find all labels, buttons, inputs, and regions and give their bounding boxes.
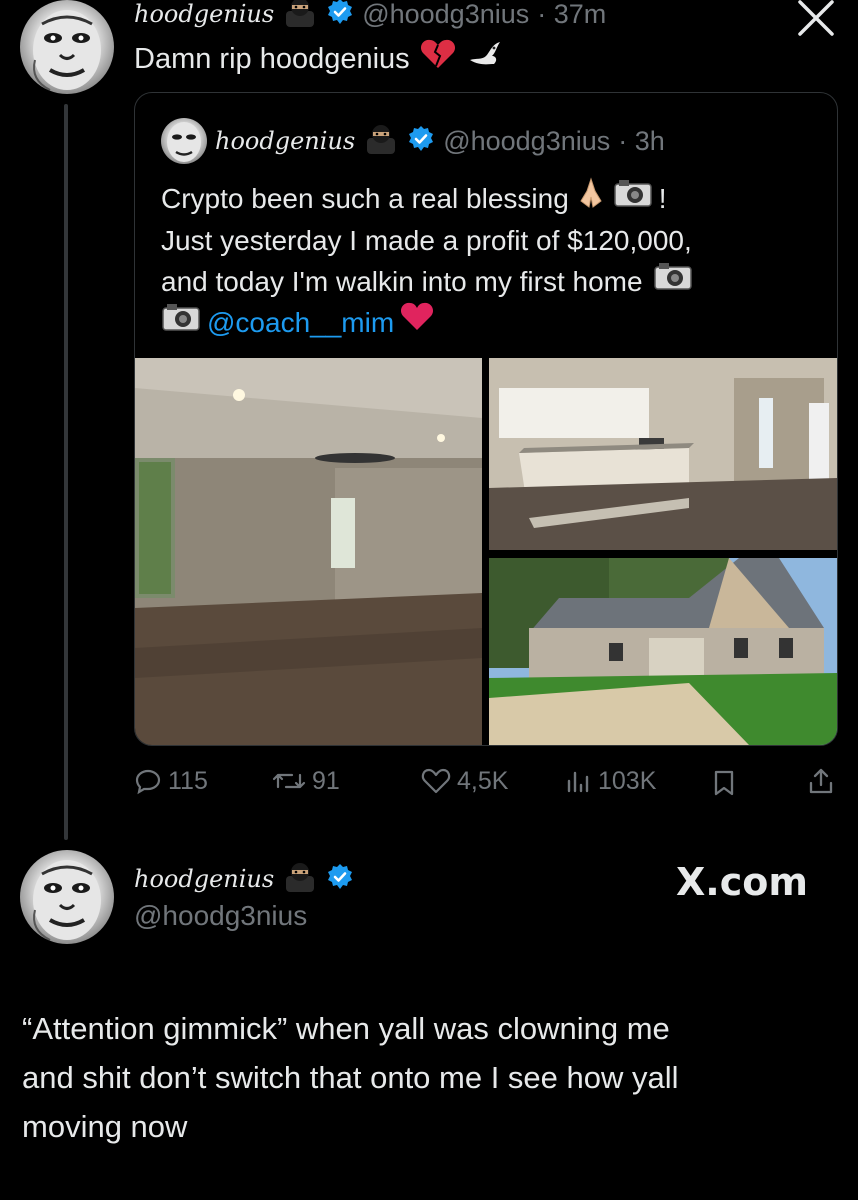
views-count: 103K bbox=[598, 766, 657, 795]
photo-house-exterior[interactable] bbox=[489, 558, 837, 745]
like-count: 4,5K bbox=[457, 766, 509, 795]
reply-icon bbox=[135, 769, 161, 795]
reply-count: 115 bbox=[168, 766, 208, 795]
quoted-handle[interactable]: @hoodg3nius bbox=[443, 126, 610, 157]
avatar[interactable] bbox=[20, 0, 114, 94]
verified-badge-icon bbox=[407, 125, 435, 158]
photo-kitchen[interactable] bbox=[489, 358, 837, 550]
close-button[interactable] bbox=[796, 0, 836, 36]
top-tweet-text: Damn rip hoodgenius bbox=[134, 38, 502, 79]
bottom-text-line-2: and shit don’t switch that onto me I see… bbox=[22, 1060, 679, 1095]
quoted-tweet-text: Crypto been such a real blessing ! Just … bbox=[161, 177, 821, 343]
display-name[interactable]: hoodgenius bbox=[134, 0, 274, 28]
repost-icon bbox=[272, 773, 306, 789]
camera-emoji-icon bbox=[613, 178, 653, 219]
quoted-display-name[interactable]: hoodgenius bbox=[215, 127, 355, 155]
camera-emoji-icon bbox=[161, 302, 201, 343]
share-button[interactable] bbox=[808, 763, 834, 799]
quoted-text-line-2: Just yesterday I made a profit of $120,0… bbox=[161, 225, 692, 256]
tweet-text: Damn rip hoodgenius bbox=[134, 42, 410, 75]
handle[interactable]: @hoodg3nius bbox=[362, 0, 529, 30]
timestamp[interactable]: · 37m bbox=[537, 0, 606, 30]
broken-heart-emoji-icon bbox=[420, 38, 456, 79]
repost-count: 91 bbox=[312, 766, 340, 795]
thread-line bbox=[64, 104, 68, 840]
quoted-timestamp[interactable]: · 3h bbox=[618, 126, 665, 157]
bookmark-button[interactable] bbox=[712, 765, 736, 801]
bottom-tweet-header: hoodgenius bbox=[134, 860, 354, 898]
ninja-emoji-icon bbox=[282, 862, 318, 897]
quoted-tweet-card[interactable]: hoodgenius @hoodg3nius · 3h Crypto been … bbox=[134, 92, 838, 746]
photo-empty-bedroom[interactable] bbox=[135, 358, 482, 745]
camera-emoji-icon bbox=[653, 261, 693, 302]
avatar[interactable] bbox=[20, 850, 114, 944]
ninja-emoji-icon bbox=[363, 124, 399, 159]
praying-hands-emoji-icon bbox=[575, 177, 607, 220]
quoted-tweet-header: hoodgenius @hoodg3nius · 3h bbox=[161, 118, 665, 164]
share-icon bbox=[809, 768, 833, 794]
bottom-text-line-1: “Attention gimmick” when yall was clowni… bbox=[22, 1011, 670, 1046]
repost-button[interactable]: 91 bbox=[272, 763, 340, 799]
close-icon bbox=[798, 0, 834, 36]
brand-xcom: X.com bbox=[676, 860, 808, 904]
mention-link[interactable]: @coach__mim bbox=[207, 302, 394, 343]
top-tweet-header: hoodgenius @hoodg3nius · 37m bbox=[134, 0, 606, 32]
quoted-avatar[interactable] bbox=[161, 118, 207, 164]
verified-badge-icon bbox=[326, 0, 354, 31]
quoted-text-line-3: and today I'm walkin into my first home bbox=[161, 266, 643, 297]
views-icon bbox=[567, 771, 589, 793]
views-button[interactable]: 103K bbox=[566, 763, 656, 799]
quoted-text-line-1: Crypto been such a real blessing bbox=[161, 183, 569, 214]
handle[interactable]: @hoodg3nius bbox=[134, 900, 307, 932]
display-name[interactable]: hoodgenius bbox=[134, 865, 274, 893]
bottom-tweet-text: “Attention gimmick” when yall was clowni… bbox=[22, 1004, 842, 1151]
verified-badge-icon bbox=[326, 863, 354, 896]
ninja-emoji-icon bbox=[282, 0, 318, 32]
like-button[interactable]: 4,5K bbox=[421, 763, 508, 799]
dove-emoji-icon bbox=[466, 38, 502, 79]
like-icon bbox=[421, 768, 451, 794]
bottom-text-line-3: moving now bbox=[22, 1109, 188, 1144]
bookmark-icon bbox=[714, 770, 734, 796]
reply-button[interactable]: 115 bbox=[134, 763, 208, 799]
quoted-text-line-1-end: ! bbox=[658, 183, 667, 214]
red-heart-emoji-icon bbox=[400, 302, 434, 343]
